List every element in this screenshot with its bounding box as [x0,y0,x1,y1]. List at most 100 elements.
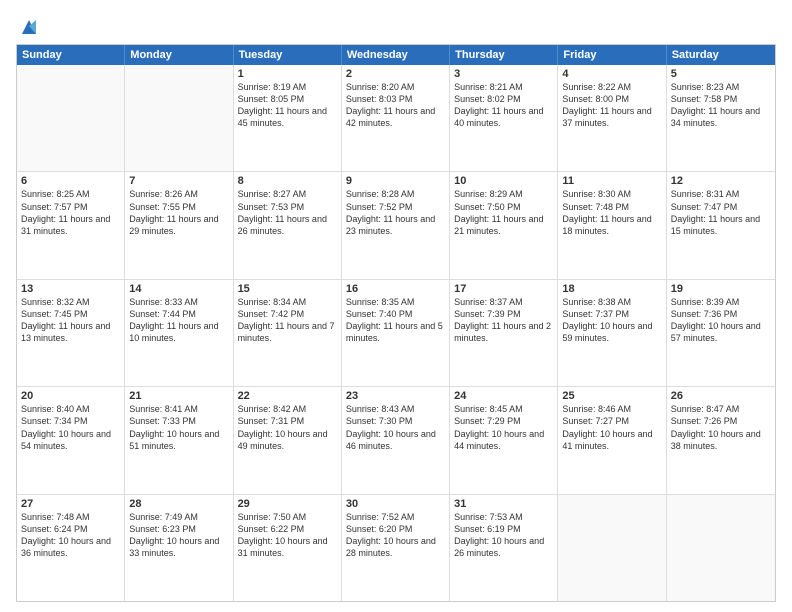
calendar-cell: 9Sunrise: 8:28 AM Sunset: 7:52 PM Daylig… [342,172,450,278]
cell-text: Sunrise: 7:52 AM Sunset: 6:20 PM Dayligh… [346,511,445,560]
calendar-cell: 6Sunrise: 8:25 AM Sunset: 7:57 PM Daylig… [17,172,125,278]
day-number: 5 [671,68,771,80]
cell-text: Sunrise: 7:49 AM Sunset: 6:23 PM Dayligh… [129,511,228,560]
calendar-cell: 27Sunrise: 7:48 AM Sunset: 6:24 PM Dayli… [17,495,125,601]
calendar-cell: 19Sunrise: 8:39 AM Sunset: 7:36 PM Dayli… [667,280,775,386]
cell-text: Sunrise: 7:50 AM Sunset: 6:22 PM Dayligh… [238,511,337,560]
calendar-row-2: 6Sunrise: 8:25 AM Sunset: 7:57 PM Daylig… [17,172,775,279]
day-number: 31 [454,498,553,510]
header-wednesday: Wednesday [342,45,450,65]
calendar-cell: 3Sunrise: 8:21 AM Sunset: 8:02 PM Daylig… [450,65,558,171]
calendar-cell: 26Sunrise: 8:47 AM Sunset: 7:26 PM Dayli… [667,387,775,493]
day-number: 3 [454,68,553,80]
day-number: 2 [346,68,445,80]
cell-text: Sunrise: 8:40 AM Sunset: 7:34 PM Dayligh… [21,403,120,452]
calendar-row-3: 13Sunrise: 8:32 AM Sunset: 7:45 PM Dayli… [17,280,775,387]
cell-text: Sunrise: 7:53 AM Sunset: 6:19 PM Dayligh… [454,511,553,560]
day-number: 7 [129,175,228,187]
calendar-cell: 24Sunrise: 8:45 AM Sunset: 7:29 PM Dayli… [450,387,558,493]
calendar-cell: 17Sunrise: 8:37 AM Sunset: 7:39 PM Dayli… [450,280,558,386]
day-number: 11 [562,175,661,187]
calendar-header: Sunday Monday Tuesday Wednesday Thursday… [17,45,775,65]
cell-text: Sunrise: 8:38 AM Sunset: 7:37 PM Dayligh… [562,296,661,345]
day-number: 8 [238,175,337,187]
header-saturday: Saturday [667,45,775,65]
calendar-cell: 7Sunrise: 8:26 AM Sunset: 7:55 PM Daylig… [125,172,233,278]
day-number: 22 [238,390,337,402]
calendar-cell: 13Sunrise: 8:32 AM Sunset: 7:45 PM Dayli… [17,280,125,386]
cell-text: Sunrise: 8:46 AM Sunset: 7:27 PM Dayligh… [562,403,661,452]
cell-text: Sunrise: 8:30 AM Sunset: 7:48 PM Dayligh… [562,188,661,237]
calendar-cell: 30Sunrise: 7:52 AM Sunset: 6:20 PM Dayli… [342,495,450,601]
day-number: 20 [21,390,120,402]
cell-text: Sunrise: 8:45 AM Sunset: 7:29 PM Dayligh… [454,403,553,452]
calendar-row-4: 20Sunrise: 8:40 AM Sunset: 7:34 PM Dayli… [17,387,775,494]
calendar-cell [17,65,125,171]
day-number: 10 [454,175,553,187]
cell-text: Sunrise: 8:21 AM Sunset: 8:02 PM Dayligh… [454,81,553,130]
day-number: 30 [346,498,445,510]
cell-text: Sunrise: 8:20 AM Sunset: 8:03 PM Dayligh… [346,81,445,130]
day-number: 1 [238,68,337,80]
cell-text: Sunrise: 8:43 AM Sunset: 7:30 PM Dayligh… [346,403,445,452]
calendar-cell: 28Sunrise: 7:49 AM Sunset: 6:23 PM Dayli… [125,495,233,601]
logo [16,16,40,38]
day-number: 29 [238,498,337,510]
cell-text: Sunrise: 8:29 AM Sunset: 7:50 PM Dayligh… [454,188,553,237]
day-number: 16 [346,283,445,295]
day-number: 28 [129,498,228,510]
cell-text: Sunrise: 8:25 AM Sunset: 7:57 PM Dayligh… [21,188,120,237]
cell-text: Sunrise: 8:32 AM Sunset: 7:45 PM Dayligh… [21,296,120,345]
calendar-cell: 12Sunrise: 8:31 AM Sunset: 7:47 PM Dayli… [667,172,775,278]
calendar-cell [558,495,666,601]
day-number: 12 [671,175,771,187]
day-number: 13 [21,283,120,295]
cell-text: Sunrise: 8:35 AM Sunset: 7:40 PM Dayligh… [346,296,445,345]
day-number: 6 [21,175,120,187]
day-number: 9 [346,175,445,187]
header-thursday: Thursday [450,45,558,65]
cell-text: Sunrise: 8:37 AM Sunset: 7:39 PM Dayligh… [454,296,553,345]
calendar-cell: 20Sunrise: 8:40 AM Sunset: 7:34 PM Dayli… [17,387,125,493]
logo-icon [18,16,40,38]
cell-text: Sunrise: 8:27 AM Sunset: 7:53 PM Dayligh… [238,188,337,237]
cell-text: Sunrise: 8:23 AM Sunset: 7:58 PM Dayligh… [671,81,771,130]
calendar-cell: 14Sunrise: 8:33 AM Sunset: 7:44 PM Dayli… [125,280,233,386]
calendar-cell: 15Sunrise: 8:34 AM Sunset: 7:42 PM Dayli… [234,280,342,386]
calendar-cell [125,65,233,171]
header-friday: Friday [558,45,666,65]
day-number: 24 [454,390,553,402]
cell-text: Sunrise: 8:41 AM Sunset: 7:33 PM Dayligh… [129,403,228,452]
day-number: 26 [671,390,771,402]
day-number: 21 [129,390,228,402]
calendar-cell: 16Sunrise: 8:35 AM Sunset: 7:40 PM Dayli… [342,280,450,386]
calendar-cell: 8Sunrise: 8:27 AM Sunset: 7:53 PM Daylig… [234,172,342,278]
header-tuesday: Tuesday [234,45,342,65]
page: Sunday Monday Tuesday Wednesday Thursday… [0,0,792,612]
cell-text: Sunrise: 8:26 AM Sunset: 7:55 PM Dayligh… [129,188,228,237]
calendar-cell: 11Sunrise: 8:30 AM Sunset: 7:48 PM Dayli… [558,172,666,278]
calendar-cell: 23Sunrise: 8:43 AM Sunset: 7:30 PM Dayli… [342,387,450,493]
cell-text: Sunrise: 8:22 AM Sunset: 8:00 PM Dayligh… [562,81,661,130]
day-number: 27 [21,498,120,510]
day-number: 25 [562,390,661,402]
calendar-cell: 18Sunrise: 8:38 AM Sunset: 7:37 PM Dayli… [558,280,666,386]
calendar-cell: 22Sunrise: 8:42 AM Sunset: 7:31 PM Dayli… [234,387,342,493]
cell-text: Sunrise: 8:31 AM Sunset: 7:47 PM Dayligh… [671,188,771,237]
cell-text: Sunrise: 8:33 AM Sunset: 7:44 PM Dayligh… [129,296,228,345]
calendar-row-1: 1Sunrise: 8:19 AM Sunset: 8:05 PM Daylig… [17,65,775,172]
calendar-body: 1Sunrise: 8:19 AM Sunset: 8:05 PM Daylig… [17,65,775,601]
day-number: 4 [562,68,661,80]
cell-text: Sunrise: 8:47 AM Sunset: 7:26 PM Dayligh… [671,403,771,452]
cell-text: Sunrise: 8:39 AM Sunset: 7:36 PM Dayligh… [671,296,771,345]
cell-text: Sunrise: 8:19 AM Sunset: 8:05 PM Dayligh… [238,81,337,130]
calendar: Sunday Monday Tuesday Wednesday Thursday… [16,44,776,602]
calendar-cell: 10Sunrise: 8:29 AM Sunset: 7:50 PM Dayli… [450,172,558,278]
day-number: 14 [129,283,228,295]
calendar-cell: 1Sunrise: 8:19 AM Sunset: 8:05 PM Daylig… [234,65,342,171]
calendar-cell: 5Sunrise: 8:23 AM Sunset: 7:58 PM Daylig… [667,65,775,171]
calendar-cell: 25Sunrise: 8:46 AM Sunset: 7:27 PM Dayli… [558,387,666,493]
day-number: 17 [454,283,553,295]
day-number: 15 [238,283,337,295]
cell-text: Sunrise: 7:48 AM Sunset: 6:24 PM Dayligh… [21,511,120,560]
